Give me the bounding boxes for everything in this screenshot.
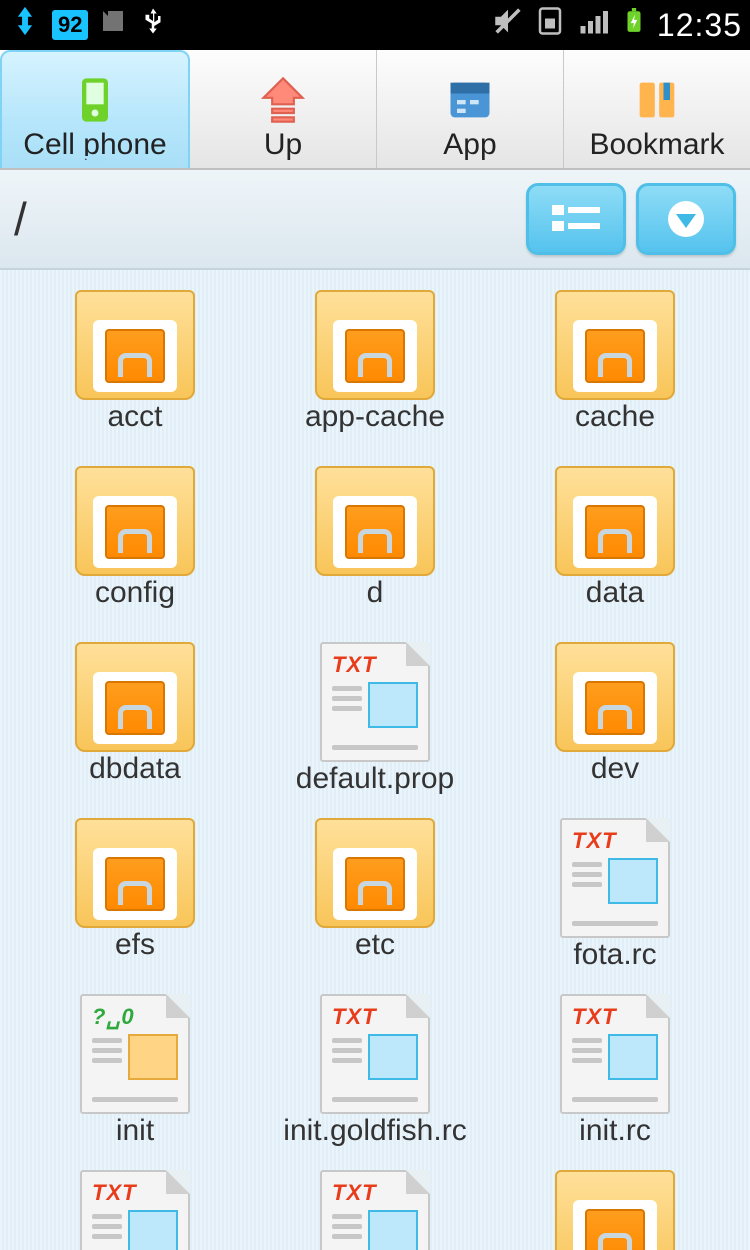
tab-bookmark[interactable]: Bookmark bbox=[564, 50, 750, 168]
file-label: init.rc bbox=[579, 1114, 651, 1148]
folder-icon bbox=[555, 642, 675, 752]
file-label: dbdata bbox=[89, 752, 181, 786]
file-item[interactable]: TXT fota.rc bbox=[500, 818, 730, 988]
file-item[interactable]: dev bbox=[500, 642, 730, 812]
folder-icon bbox=[315, 818, 435, 928]
tab-label: App bbox=[443, 128, 496, 162]
bookmark-icon bbox=[631, 72, 683, 128]
file-label: dev bbox=[591, 752, 639, 786]
txt-file-icon: TXT bbox=[320, 642, 430, 762]
file-item[interactable]: acct bbox=[20, 290, 250, 460]
file-item[interactable]: d bbox=[260, 466, 490, 636]
file-item[interactable]: TXT init.rc bbox=[500, 994, 730, 1164]
file-item[interactable]: dbdata bbox=[20, 642, 250, 812]
charge-icon bbox=[621, 4, 647, 46]
unknown-file-icon: ?␣0 bbox=[80, 994, 190, 1114]
folder-icon bbox=[315, 290, 435, 400]
file-area[interactable]: acct app-cache cache config d data dbdat… bbox=[0, 270, 750, 1250]
up-icon bbox=[257, 72, 309, 128]
usb-icon bbox=[138, 2, 168, 48]
txt-file-icon: TXT bbox=[320, 994, 430, 1114]
file-item[interactable]: TXT bbox=[20, 1170, 250, 1250]
current-path: / bbox=[14, 192, 516, 246]
sdcard-icon bbox=[98, 6, 128, 44]
view-toggle-button[interactable] bbox=[526, 183, 626, 255]
file-label: init bbox=[116, 1114, 154, 1148]
mute-icon bbox=[491, 4, 525, 46]
tab-label: Cell phone bbox=[23, 128, 166, 162]
folder-icon bbox=[75, 466, 195, 576]
tab-label: Up bbox=[264, 128, 302, 162]
file-label: etc bbox=[355, 928, 395, 962]
folder-icon bbox=[75, 290, 195, 400]
folder-icon bbox=[555, 290, 675, 400]
dropdown-button[interactable] bbox=[636, 183, 736, 255]
battery-badge: 92 bbox=[52, 10, 88, 40]
folder-icon bbox=[555, 466, 675, 576]
file-label: d bbox=[367, 576, 384, 610]
file-item[interactable] bbox=[500, 1170, 730, 1250]
sync-icon bbox=[8, 4, 42, 46]
file-label: config bbox=[95, 576, 175, 610]
txt-file-icon: TXT bbox=[320, 1170, 430, 1250]
file-item[interactable]: app-cache bbox=[260, 290, 490, 460]
file-item[interactable]: data bbox=[500, 466, 730, 636]
txt-file-icon: TXT bbox=[560, 994, 670, 1114]
signal-icon bbox=[575, 6, 611, 44]
tab-label: Bookmark bbox=[589, 128, 724, 162]
folder-icon bbox=[555, 1170, 675, 1250]
file-label: efs bbox=[115, 928, 155, 962]
file-item[interactable]: ?␣0 init bbox=[20, 994, 250, 1164]
file-item[interactable]: TXT bbox=[260, 1170, 490, 1250]
folder-icon bbox=[75, 818, 195, 928]
tab-cell-phone[interactable]: Cell phone bbox=[0, 50, 190, 168]
file-label: default.prop bbox=[296, 762, 454, 796]
file-label: init.goldfish.rc bbox=[283, 1114, 466, 1148]
file-label: cache bbox=[575, 400, 655, 434]
toolbar: Cell phone Up App Bookmark bbox=[0, 50, 750, 170]
status-clock: 12:35 bbox=[657, 7, 742, 44]
path-bar: / bbox=[0, 170, 750, 270]
txt-file-icon: TXT bbox=[80, 1170, 190, 1250]
file-item[interactable]: config bbox=[20, 466, 250, 636]
tab-up[interactable]: Up bbox=[190, 50, 377, 168]
file-label: fota.rc bbox=[573, 938, 656, 972]
folder-icon bbox=[315, 466, 435, 576]
file-item[interactable]: etc bbox=[260, 818, 490, 988]
app-icon bbox=[444, 72, 496, 128]
txt-file-icon: TXT bbox=[560, 818, 670, 938]
file-label: acct bbox=[107, 400, 162, 434]
file-item[interactable]: TXT default.prop bbox=[260, 642, 490, 812]
status-bar: 92 12:35 bbox=[0, 0, 750, 50]
file-item[interactable]: efs bbox=[20, 818, 250, 988]
file-item[interactable]: cache bbox=[500, 290, 730, 460]
tab-app[interactable]: App bbox=[377, 50, 564, 168]
file-label: data bbox=[586, 576, 644, 610]
file-label: app-cache bbox=[305, 400, 445, 434]
file-item[interactable]: TXT init.goldfish.rc bbox=[260, 994, 490, 1164]
phone-icon bbox=[69, 72, 121, 128]
sim-icon bbox=[535, 4, 565, 46]
folder-icon bbox=[75, 642, 195, 752]
